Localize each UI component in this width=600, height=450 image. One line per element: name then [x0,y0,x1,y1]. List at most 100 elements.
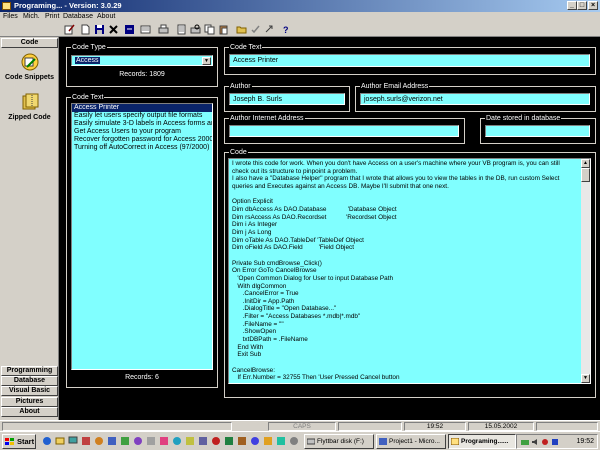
quicklaunch-app-icon-12[interactable] [224,436,234,446]
sidebar-button-programming[interactable]: Programming [1,366,58,376]
code-type-selected: Access [75,57,100,64]
sidebar-button-visual-basic[interactable]: Visual Basic [1,386,58,396]
code-line: Private Sub cmdBrowse_Click() [232,259,322,267]
maximize-button[interactable]: □ [577,1,587,10]
quicklaunch-ie-icon[interactable] [42,436,52,446]
quicklaunch-app-icon-5[interactable] [133,436,143,446]
status-caps: CAPS [268,422,336,431]
code-line: CancelBrowse: [232,366,275,374]
author-internet-input[interactable] [229,125,459,137]
tray-app-icon-2[interactable] [551,438,559,446]
open-folder-icon[interactable] [236,24,247,35]
tray-app-icon-1[interactable] [541,438,549,446]
quicklaunch-app-icon-13[interactable] [237,436,247,446]
code-type-combo[interactable]: Access ▼ [71,55,213,66]
quicklaunch-app-icon-1[interactable] [81,436,91,446]
quicklaunch-app-icon-3[interactable] [107,436,117,446]
database-icon[interactable] [140,24,151,35]
code-line: check out its structure to pinpoint a pr… [232,167,358,175]
list-item[interactable]: Easily simulate 3-D labels in Access for… [72,120,212,128]
menu-mich[interactable]: Mich. [23,13,40,20]
quicklaunch-app-icon-17[interactable] [289,436,299,446]
quicklaunch-app-icon-2[interactable] [94,436,104,446]
code-line: Dim rsAccess As DAO.Recordset 'Recordset… [232,213,397,221]
minimize-button[interactable]: _ [567,1,577,10]
code-type-frame: Code Type [66,43,218,87]
start-button[interactable]: Start [2,434,36,449]
scroll-down-icon[interactable]: ▼ [581,374,590,383]
taskbar-button-label: Project1 - Micro... [389,438,440,445]
paste-icon[interactable] [218,24,229,35]
save-icon[interactable] [94,24,105,35]
help-icon[interactable]: ? [280,24,291,35]
list-item[interactable]: Get Access Users to your program [72,128,212,136]
menu-about[interactable]: About [97,13,115,20]
menu-bar: Files Mich. Print Database About [0,12,600,22]
sidebar-button-about[interactable]: About [1,407,58,417]
scroll-thumb[interactable] [581,168,590,182]
list-item[interactable]: Easily let users specify output file for… [72,112,212,120]
scroll-up-icon[interactable]: ▲ [581,159,590,168]
author-input[interactable]: Joseph B. Surls [229,93,345,105]
list-item[interactable]: Access Printer [72,104,212,112]
quicklaunch-app-icon-8[interactable] [172,436,182,446]
taskbar-clock: 19:52 [576,438,594,445]
arrow-icon[interactable] [264,24,275,35]
code-text-listbox[interactable]: Access Printer Easily let users specify … [71,103,213,370]
quicklaunch-app-icon-4[interactable] [120,436,130,446]
quicklaunch-app-icon-11[interactable] [211,436,221,446]
code-line: 'Open Common Dialog for User to input Da… [232,274,394,282]
list-item[interactable]: Recover forgotten password for Access 20… [72,136,212,144]
code-text-field-label: Code Text [229,43,263,52]
quicklaunch-desktop-icon[interactable] [68,436,78,446]
sidebar-item-code-snippets[interactable]: Code Snippets [0,52,59,81]
list-icon[interactable] [176,24,187,35]
edit-icon[interactable] [64,24,75,35]
quicklaunch-outlook-icon[interactable] [55,436,65,446]
code-line: .ShowOpen [232,328,277,336]
tray-volume-icon[interactable] [531,438,539,446]
chevron-down-icon[interactable]: ▼ [202,57,211,65]
copy-icon[interactable] [204,24,215,35]
sidebar-item-label: Zipped Code [8,114,51,121]
quicklaunch-app-icon-7[interactable] [159,436,169,446]
taskbar-button-flyttbar-disk[interactable]: Flyttbar disk (F:) [304,434,374,449]
sidebar-button-database[interactable]: Database [1,376,58,386]
author-email-input[interactable]: joseph.surls@verizon.net [360,93,590,105]
menu-print[interactable]: Print [45,13,59,20]
quicklaunch-app-icon-10[interactable] [198,436,208,446]
sidebar-header-code[interactable]: Code [1,38,58,48]
windows-logo-icon [5,438,14,445]
refresh-icon[interactable] [124,24,135,35]
menu-files[interactable]: Files [3,13,18,20]
code-textarea[interactable]: I wrote this code for work. When you don… [228,158,591,384]
taskbar-button-programing[interactable]: Programing...... [448,434,516,449]
tray-network-icon[interactable] [521,438,529,446]
delete-icon[interactable] [108,24,119,35]
code-line: End With [232,343,264,351]
sidebar: Code Code Snippets Zipped Code Programmi… [0,37,59,420]
close-button[interactable]: × [588,1,598,10]
print-icon[interactable] [158,24,169,35]
print-preview-icon[interactable] [190,24,201,35]
svg-text:?: ? [283,25,289,35]
new-document-icon[interactable] [80,24,91,35]
code-text-input[interactable]: Access Printer [229,54,590,67]
quicklaunch-app-icon-6[interactable] [146,436,156,446]
menu-database[interactable]: Database [63,13,93,20]
sidebar-button-pictures[interactable]: Pictures [1,397,58,407]
date-stored-input[interactable] [485,125,590,137]
quicklaunch-app-icon-9[interactable] [185,436,195,446]
code-scrollbar[interactable]: ▲ ▼ [581,159,590,383]
sidebar-item-zipped-code[interactable]: Zipped Code [0,92,59,121]
status-bar: CAPS 19:52 15.05.2002 [0,420,600,431]
quicklaunch-app-icon-14[interactable] [250,436,260,446]
code-line: Dim oTable As DAO.TableDef 'TableDef Obj… [232,236,364,244]
quicklaunch-app-icon-16[interactable] [276,436,286,446]
list-item[interactable]: Turning off AutoCorrect in Access (97/20… [72,144,212,152]
check-icon[interactable] [250,24,261,35]
quicklaunch-app-icon-15[interactable] [263,436,273,446]
toolbar: ? [0,22,600,37]
taskbar-button-project1[interactable]: Project1 - Micro... [376,434,446,449]
